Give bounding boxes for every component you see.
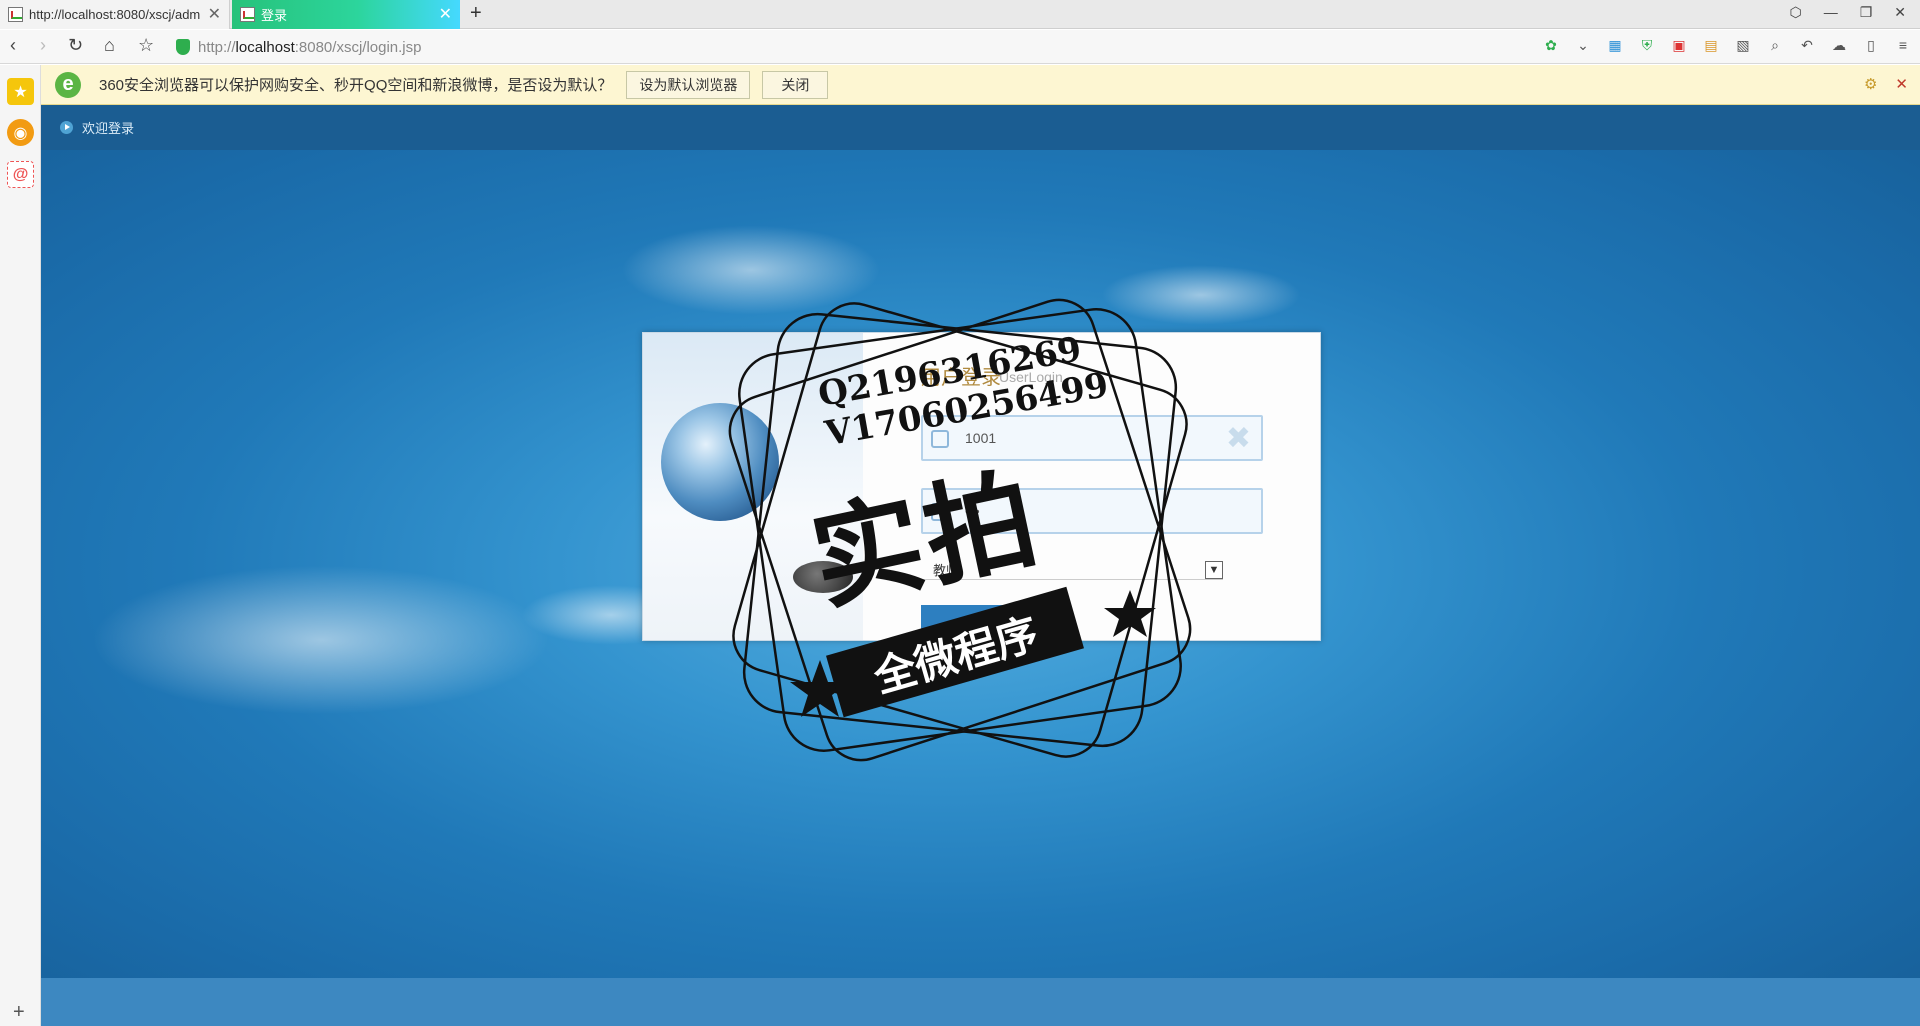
username-value: 1001 [965,430,997,446]
tab-strip: http://localhost:8080/xscj/adm ✕ 登录 ✕ + … [0,0,1920,29]
mobile-icon[interactable]: ▯ [1862,36,1880,54]
page-favicon-icon [240,7,255,22]
close-icon[interactable]: ✕ [208,6,221,23]
welcome-bar: 欢迎登录 [41,105,1920,150]
cloud-icon[interactable]: ☁ [1830,36,1848,54]
infobar-right: ⚙ ✕ [1864,75,1908,93]
url-path: :8080/xscj/login.jsp [294,38,422,56]
new-tab-icon[interactable]: + [470,2,482,25]
user-icon [931,430,949,448]
cloud-decoration [1101,265,1301,325]
role-value: 教师 [933,563,960,578]
settings-gear-icon[interactable]: ⚙ [1864,75,1877,93]
lock-icon [931,503,949,521]
navigation-bar: ‹ › ↻ ⌂ ☆ http:// localhost :8080/xscj/l… [0,30,1920,64]
login-box: 用户登录 UserLogin 1001 ✖ ••• 教师 ▼ 登录 [642,332,1321,641]
set-default-browser-button[interactable]: 设为默认浏览器 [626,70,751,99]
accelerate-icon[interactable]: ✿ [1542,36,1560,54]
screenshot-icon[interactable]: ▤ [1702,36,1720,54]
pdf-icon[interactable]: ▣ [1670,36,1688,54]
close-icon[interactable]: ✕ [439,6,452,23]
mail-icon[interactable]: @ [7,161,34,188]
back-icon[interactable]: ‹ [10,35,16,56]
restore-icon[interactable]: ❐ [1860,4,1873,21]
browser-sidebar: ★ ◉ @ + [0,65,41,1026]
weibo-icon[interactable]: ◉ [7,119,34,146]
page-favicon-icon [8,7,23,22]
dropdown-icon[interactable]: ⌄ [1574,36,1592,54]
home-icon[interactable]: ⌂ [104,35,115,56]
shield-icon[interactable]: ⛨ [1638,36,1656,54]
tab-admin[interactable]: http://localhost:8080/xscj/adm ✕ [0,0,230,29]
add-icon[interactable]: + [13,1001,25,1024]
tab-login[interactable]: 登录 ✕ [232,0,460,29]
skin-icon[interactable]: ⬡ [1789,4,1801,21]
username-field[interactable]: 1001 ✖ [921,415,1263,461]
role-select[interactable]: 教师 ▼ [921,560,1223,580]
page-footer [41,978,1920,1026]
tab-label: 登录 [261,8,288,23]
login-page: 欢迎登录 用户登录 UserLogin 1001 ✖ ••• 教师 ▼ 登录 [41,105,1920,1026]
address-bar[interactable]: http:// localhost :8080/xscj/login.jsp [176,34,1436,60]
chevron-down-icon[interactable]: ▼ [1205,561,1223,579]
password-field[interactable]: ••• [921,488,1263,534]
reload-icon[interactable]: ↻ [68,35,83,56]
login-subtitle: UserLogin [999,369,1063,385]
default-browser-infobar: e 360安全浏览器可以保护网购安全、秒开QQ空间和新浪微博，是否设为默认？ 设… [41,65,1920,105]
window-close-icon[interactable]: ✕ [1894,4,1906,21]
login-title: 用户登录 [921,367,1001,389]
favorites-star-icon[interactable]: ★ [7,78,34,105]
globe-puzzle-icon [661,403,779,521]
cloud-decoration [91,565,551,715]
url-scheme: http:// [198,38,236,56]
play-icon [60,121,73,134]
forward-icon[interactable]: › [40,35,46,56]
browser-logo-icon: e [55,71,81,98]
url-host: localhost [235,38,295,56]
infobar-message: 360安全浏览器可以保护网购安全、秒开QQ空间和新浪微博，是否设为默认？ [99,77,613,94]
computer-mouse-icon [793,561,853,593]
login-button[interactable]: 登录 [921,605,1041,641]
tab-label: http://localhost:8080/xscj/adm [29,7,201,22]
apps-icon[interactable]: ▦ [1606,36,1624,54]
minimize-icon[interactable]: — [1824,4,1838,21]
image-icon[interactable]: ▧ [1734,36,1752,54]
menu-icon[interactable]: ≡ [1894,36,1912,54]
window-controls: ⬡ — ❐ ✕ [1789,4,1906,21]
welcome-text: 欢迎登录 [82,121,135,136]
undo-icon[interactable]: ↶ [1798,36,1816,54]
search-icon[interactable]: ⌕ [1766,36,1784,54]
clear-icon[interactable]: ✖ [1226,421,1251,456]
favorite-star-icon[interactable]: ☆ [138,35,154,56]
toolbar-icons: ✿ ⌄ ▦ ⛨ ▣ ▤ ▧ ⌕ ↶ ☁ ▯ ≡ [1542,36,1912,54]
cloud-decoration [621,225,881,315]
infobar-dismiss-icon[interactable]: ✕ [1895,75,1908,93]
infobar-close-button[interactable]: 关闭 [762,70,829,99]
login-illustration [643,333,863,640]
password-value: ••• [965,503,980,519]
security-shield-icon [176,39,190,55]
